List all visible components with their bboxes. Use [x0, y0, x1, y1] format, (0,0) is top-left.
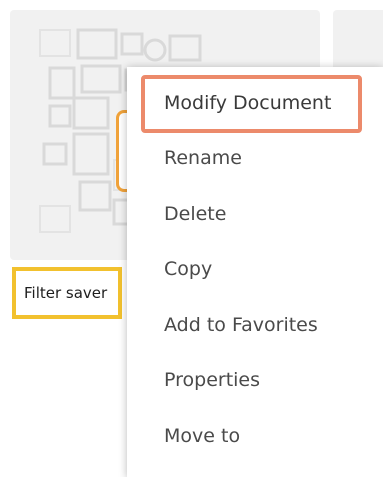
- modify-document-highlight: [141, 75, 362, 133]
- menu-item-rename[interactable]: Rename: [164, 147, 242, 169]
- menu-item-move-to[interactable]: Move to: [164, 425, 240, 447]
- document-name[interactable]: Filter saver: [24, 284, 107, 302]
- menu-item-copy[interactable]: Copy: [164, 258, 212, 280]
- menu-item-add-to-favorites[interactable]: Add to Favorites: [164, 314, 318, 336]
- menu-item-delete[interactable]: Delete: [164, 203, 226, 225]
- menu-item-properties[interactable]: Properties: [164, 369, 260, 391]
